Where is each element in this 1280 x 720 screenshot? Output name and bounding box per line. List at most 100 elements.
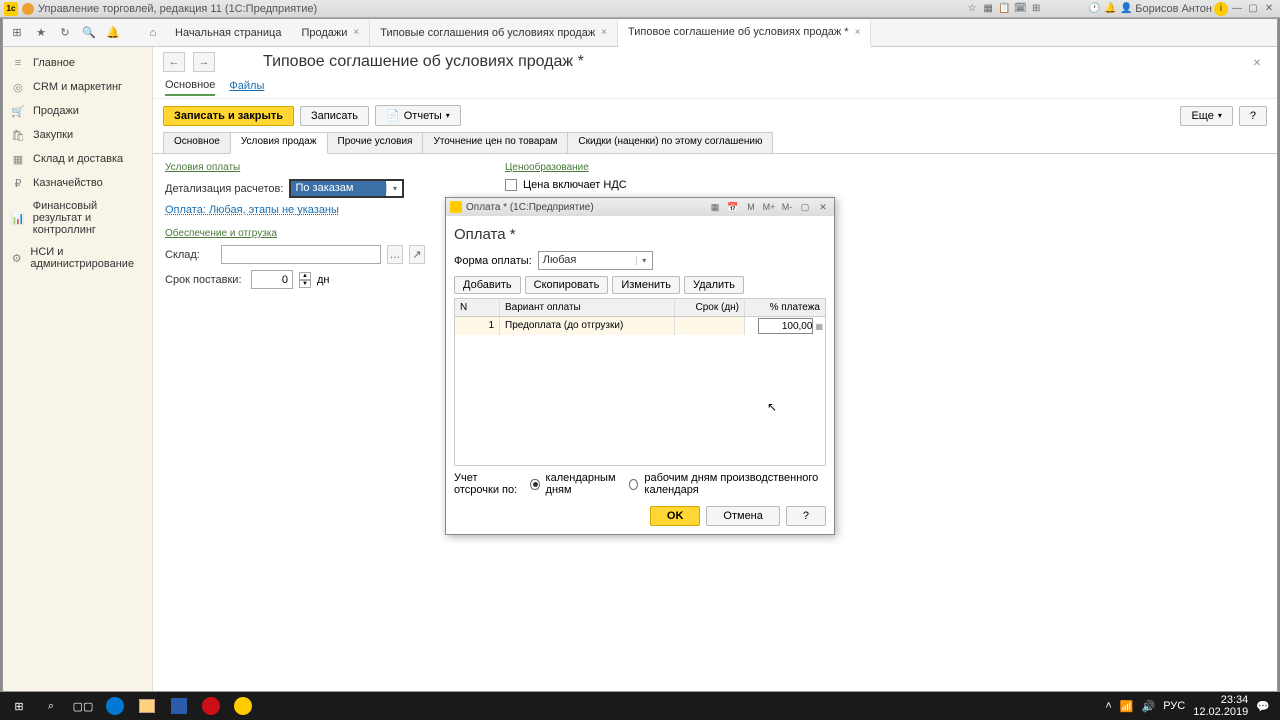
close-page-button[interactable]: × bbox=[1247, 54, 1267, 70]
m-button[interactable]: M bbox=[744, 200, 758, 214]
search-button[interactable]: ⌕ bbox=[36, 693, 66, 719]
tb-icon[interactable]: 🗓 bbox=[1013, 2, 1027, 16]
table-row[interactable]: 1 Предоплата (до отгрузки) ▦ bbox=[455, 317, 825, 335]
mminus-button[interactable]: M- bbox=[780, 200, 794, 214]
sidebar-item-sales[interactable]: 🛒Продажи bbox=[3, 99, 152, 123]
star-icon[interactable]: ★ bbox=[33, 25, 49, 41]
bell-icon[interactable]: 🔔 bbox=[1103, 2, 1117, 16]
warehouse-input[interactable] bbox=[221, 245, 381, 264]
detail-dropdown[interactable]: По заказам▾ bbox=[289, 179, 404, 198]
tb-icon[interactable]: 📋 bbox=[997, 2, 1011, 16]
cell-pct[interactable]: ▦ bbox=[745, 317, 825, 335]
sidebar-item-warehouse[interactable]: ▦Склад и доставка bbox=[3, 147, 152, 171]
cell-srok bbox=[675, 317, 745, 335]
help-button[interactable]: ? bbox=[1239, 106, 1267, 126]
payform-dropdown[interactable]: Любая▾ bbox=[538, 251, 653, 270]
subtab-main[interactable]: Основное bbox=[165, 79, 215, 96]
opera-icon[interactable] bbox=[196, 693, 226, 719]
edit-button[interactable]: Изменить bbox=[612, 276, 680, 294]
sidebar-item-finance[interactable]: 📊Финансовый результат и контроллинг bbox=[3, 195, 152, 241]
ok-button[interactable]: OK bbox=[650, 506, 701, 526]
col-n[interactable]: N bbox=[455, 299, 500, 316]
sidebar-item-treasury[interactable]: ₽Казначейство bbox=[3, 171, 152, 195]
search-icon[interactable]: 🔍 bbox=[81, 25, 97, 41]
reports-button[interactable]: 📄Отчеты▾ bbox=[375, 105, 461, 126]
save-close-button[interactable]: Записать и закрыть bbox=[163, 106, 294, 126]
tab-agreement-edit[interactable]: Типовое соглашение об условиях продаж *× bbox=[618, 20, 871, 47]
cal-icon[interactable]: 📅 bbox=[726, 200, 740, 214]
cancel-button[interactable]: Отмена bbox=[706, 506, 779, 526]
payment-link[interactable]: Оплата: Любая, этапы не указаны bbox=[165, 204, 445, 216]
save-button[interactable]: Записать bbox=[300, 106, 369, 126]
col-variant[interactable]: Вариант оплаты bbox=[500, 299, 675, 316]
tray-up-icon[interactable]: ˄ bbox=[1105, 700, 1111, 712]
col-srok[interactable]: Срок (дн) bbox=[675, 299, 745, 316]
subtab-files[interactable]: Файлы bbox=[229, 80, 264, 95]
delivery-input[interactable] bbox=[251, 270, 293, 289]
copy-button[interactable]: Скопировать bbox=[525, 276, 609, 294]
history-icon[interactable]: ↻ bbox=[57, 25, 73, 41]
edge-icon[interactable] bbox=[100, 693, 130, 719]
spin-down[interactable]: ▼ bbox=[299, 280, 311, 288]
apps-icon[interactable]: ⊞ bbox=[9, 25, 25, 41]
tab-sales[interactable]: Продажи× bbox=[291, 20, 370, 46]
tb-icon[interactable]: ⊞ bbox=[1029, 2, 1043, 16]
col-pct[interactable]: % платежа bbox=[745, 299, 825, 316]
radio-calendar[interactable] bbox=[530, 479, 539, 490]
tb-icon[interactable]: ▦ bbox=[981, 2, 995, 16]
tab-agreements[interactable]: Типовые соглашения об условиях продаж× bbox=[370, 20, 618, 46]
sidebar-item-admin[interactable]: ⚙НСИ и администрирование bbox=[3, 241, 152, 275]
close-icon[interactable]: × bbox=[353, 27, 359, 38]
tab-home[interactable]: Начальная страница bbox=[165, 20, 291, 46]
lang-indicator[interactable]: РУС bbox=[1163, 700, 1185, 712]
calc-icon[interactable]: ▦ bbox=[708, 200, 722, 214]
mplus-button[interactable]: M+ bbox=[762, 200, 776, 214]
formtab-discounts[interactable]: Скидки (наценки) по этому соглашению bbox=[567, 132, 773, 153]
open-button[interactable]: ↗ bbox=[409, 245, 425, 264]
table-body-empty[interactable] bbox=[455, 335, 825, 465]
formtab-sales-terms[interactable]: Условия продаж bbox=[230, 132, 328, 154]
close-icon[interactable]: × bbox=[601, 27, 607, 38]
1c-icon[interactable] bbox=[228, 693, 258, 719]
formtab-other[interactable]: Прочие условия bbox=[327, 132, 424, 153]
clock[interactable]: 23:3412.02.2019 bbox=[1193, 694, 1248, 718]
username: Борисов Антон bbox=[1135, 3, 1212, 15]
home-icon[interactable]: ⌂ bbox=[145, 25, 161, 41]
dialog-titlebar[interactable]: Оплата * (1С:Предприятие) ▦ 📅 M M+ M- ▢ … bbox=[446, 198, 834, 216]
taskview-button[interactable]: ▢▢ bbox=[68, 693, 98, 719]
close-icon[interactable]: ✕ bbox=[816, 200, 830, 214]
notifications-icon[interactable]: 💬 bbox=[1256, 700, 1270, 713]
pct-input[interactable] bbox=[758, 318, 813, 334]
maximize-icon[interactable]: ▢ bbox=[798, 200, 812, 214]
volume-icon[interactable]: 🔊 bbox=[1142, 700, 1156, 713]
help-button[interactable]: ? bbox=[786, 506, 826, 526]
close-icon[interactable]: ✕ bbox=[1262, 2, 1276, 16]
formtab-main[interactable]: Основное bbox=[163, 132, 231, 153]
select-button[interactable]: … bbox=[387, 245, 403, 264]
wifi-icon[interactable]: 📶 bbox=[1120, 700, 1134, 713]
close-icon[interactable]: × bbox=[855, 27, 861, 38]
nav-icon[interactable] bbox=[22, 3, 34, 15]
minimize-icon[interactable]: — bbox=[1230, 2, 1244, 16]
store-icon[interactable] bbox=[164, 693, 194, 719]
forward-button[interactable]: → bbox=[193, 52, 215, 72]
spin-up[interactable]: ▲ bbox=[299, 272, 311, 280]
bell-icon[interactable]: 🔔 bbox=[105, 25, 121, 41]
calc-icon[interactable]: ▦ bbox=[815, 322, 823, 331]
formtab-prices[interactable]: Уточнение цен по товарам bbox=[422, 132, 568, 153]
info-icon[interactable]: i bbox=[1214, 2, 1228, 16]
nds-checkbox[interactable] bbox=[505, 179, 517, 191]
back-button[interactable]: ← bbox=[163, 52, 185, 72]
tb-icon[interactable]: ☆ bbox=[965, 2, 979, 16]
maximize-icon[interactable]: ▢ bbox=[1246, 2, 1260, 16]
sidebar-item-purchases[interactable]: 🛍Закупки bbox=[3, 123, 152, 147]
sidebar-item-main[interactable]: ≡Главное bbox=[3, 51, 152, 75]
more-button[interactable]: Еще▾ bbox=[1180, 106, 1232, 126]
explorer-icon[interactable] bbox=[132, 693, 162, 719]
sidebar-item-crm[interactable]: ◎CRM и маркетинг bbox=[3, 75, 152, 99]
add-button[interactable]: Добавить bbox=[454, 276, 521, 294]
radio-workdays[interactable] bbox=[629, 479, 638, 490]
start-button[interactable]: ⊞ bbox=[4, 693, 34, 719]
delete-button[interactable]: Удалить bbox=[684, 276, 744, 294]
clock-icon[interactable]: 🕐 bbox=[1087, 2, 1101, 16]
